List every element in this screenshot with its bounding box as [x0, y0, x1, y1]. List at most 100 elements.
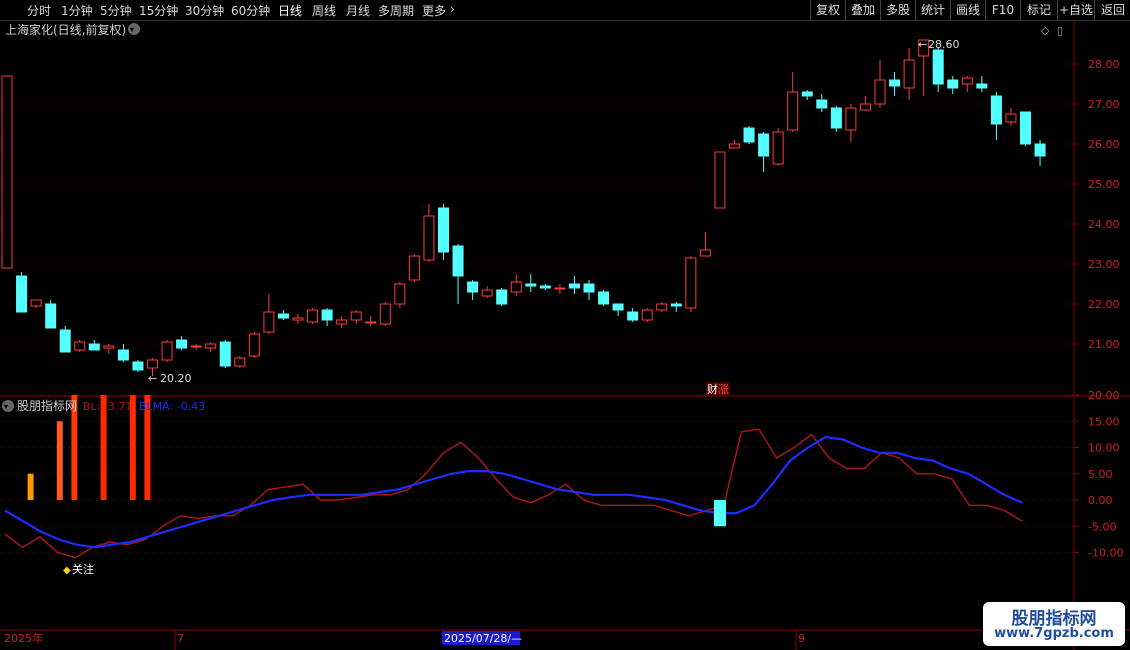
candle-up	[336, 319, 348, 325]
grid-lines	[0, 63, 1074, 553]
candle-up	[481, 289, 493, 297]
indicator-tick-label: -10.00	[1088, 547, 1123, 560]
bl-signal-bar	[56, 421, 63, 500]
draw-line-button[interactable]: 画线	[950, 0, 985, 20]
price-tick-label: 21.00	[1088, 338, 1120, 351]
blma-value-label: BLMA: -0.43	[139, 400, 205, 413]
more-chevron-icon[interactable]: ›	[450, 2, 455, 16]
period-60min[interactable]: 60分钟	[231, 2, 270, 19]
candle-up	[729, 143, 740, 149]
indicator-series	[4, 395, 1023, 559]
candle-down	[743, 127, 755, 143]
date-start-label: 2025年	[4, 631, 43, 645]
indicator-tick-label: 20.00	[1088, 389, 1120, 402]
overlay-button[interactable]: 叠加	[845, 0, 880, 20]
indicator-title-group: ▾ 股朋指标网 BL: -3.71 BLMA: -0.43	[2, 398, 205, 413]
candle-up	[292, 317, 304, 321]
candle-down	[598, 291, 610, 305]
site-watermark: 股朋指标网 www.7gpzb.com	[983, 602, 1125, 646]
candle-up	[350, 311, 362, 321]
bl-signal-bar	[27, 473, 34, 500]
candle-up	[699, 249, 711, 257]
candle-up	[30, 299, 42, 307]
candle-down	[219, 341, 231, 367]
candle-down	[277, 313, 289, 319]
candle-up	[161, 341, 173, 361]
indicator-chevron-icon: ▾	[4, 402, 8, 411]
mark-button[interactable]: 标记	[1020, 0, 1057, 20]
candle-up	[263, 311, 275, 333]
indicator-tick-label: 5.00	[1088, 468, 1113, 481]
candle-down	[525, 283, 537, 287]
candle-down	[758, 133, 770, 157]
candle-down	[1020, 111, 1031, 145]
period-monthly[interactable]: 月线	[346, 2, 370, 19]
candle-down	[539, 285, 551, 289]
expand-icon[interactable]: ▯	[1057, 24, 1063, 37]
candle-up	[379, 303, 391, 325]
candle-up	[714, 151, 726, 209]
candle-down	[627, 311, 639, 321]
candle-up	[1, 75, 13, 269]
period-weekly[interactable]: 周线	[312, 2, 336, 19]
candle-up	[859, 103, 871, 111]
period-5min[interactable]: 5分钟	[100, 2, 132, 19]
candle-up	[365, 321, 377, 324]
diamond-icon[interactable]: ◇	[1041, 24, 1050, 37]
candle-down	[467, 281, 479, 293]
f10-button[interactable]: F10	[985, 0, 1020, 20]
bl-line	[4, 428, 1023, 559]
main-chevron-icon: ▾	[130, 25, 134, 34]
candle-down	[117, 349, 129, 361]
candle-down	[59, 329, 71, 353]
multi-stock-button[interactable]: 多股	[880, 0, 915, 20]
period-1min[interactable]: 1分钟	[61, 2, 93, 19]
candle-up	[190, 345, 202, 348]
period-toolbar: 分时 1分钟 5分钟 15分钟 30分钟 60分钟 日线 周线 月线 多周期 更…	[0, 0, 1130, 21]
candle-down	[830, 107, 842, 129]
candle-down	[321, 309, 333, 321]
candle-down	[932, 49, 944, 85]
y-axis: 28.00 27.00 26.00 25.00 24.00 23.00 22.00 21.00…	[1074, 58, 1123, 560]
candle-up	[394, 283, 406, 305]
indicator-title: 股朋指标网	[17, 398, 77, 413]
date-month-7-label: 7	[177, 632, 184, 645]
candle-down	[16, 275, 28, 313]
candle-down	[88, 343, 100, 351]
candle-down	[568, 283, 580, 289]
candle-down	[45, 303, 57, 329]
candle-down	[889, 79, 901, 87]
candle-up	[685, 257, 697, 309]
add-watchlist-button[interactable]: +自选	[1057, 0, 1094, 20]
price-tick-label: 27.00	[1088, 98, 1120, 111]
event-badge-cai[interactable]: 财	[707, 382, 718, 396]
period-multi[interactable]: 多周期	[378, 2, 414, 19]
candle-down	[176, 339, 188, 349]
period-more[interactable]: 更多	[422, 2, 446, 19]
period-fenshi[interactable]: 分时	[27, 2, 51, 19]
max-marker-arrow: ←	[918, 38, 927, 51]
date-axis: 2025年 7 2025/07/28/— 9	[4, 630, 805, 650]
note-label: 关注	[72, 562, 94, 576]
price-tick-label: 26.00	[1088, 138, 1120, 151]
event-badge-zhang[interactable]: 涨	[718, 383, 729, 396]
candle-up	[1005, 113, 1017, 123]
back-button[interactable]: 返回	[1094, 0, 1130, 20]
candle-up	[147, 359, 158, 369]
price-tick-label: 23.00	[1088, 258, 1120, 271]
candle-down	[990, 95, 1002, 125]
chart-frame	[0, 21, 1130, 650]
candle-up	[205, 343, 217, 349]
indicator-tick-label: -5.00	[1088, 520, 1116, 533]
min-price-label: 20.20	[160, 372, 192, 385]
candle-up	[423, 215, 435, 261]
stats-button[interactable]: 统计	[915, 0, 950, 20]
period-30min[interactable]: 30分钟	[185, 2, 224, 19]
candle-up	[787, 91, 799, 131]
period-15min[interactable]: 15分钟	[139, 2, 178, 19]
candle-up	[74, 341, 86, 351]
fuquan-button[interactable]: 复权	[810, 0, 845, 20]
period-daily[interactable]: 日线	[278, 2, 302, 19]
indicator-tick-label: 10.00	[1088, 442, 1120, 455]
main-title: 上海家化(日线,前复权)	[5, 22, 126, 37]
